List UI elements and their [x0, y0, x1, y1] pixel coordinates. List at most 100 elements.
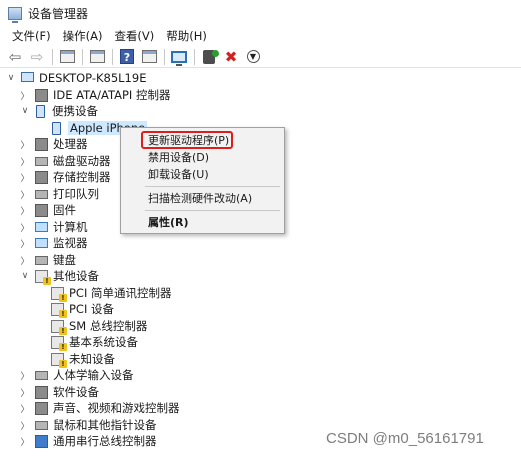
tree-item-mouse[interactable]: 〉 鼠标和其他指针设备: [20, 417, 156, 433]
tree-root[interactable]: ∨ DESKTOP-K85L19E: [6, 70, 147, 86]
device-manager-app-icon: [8, 6, 22, 23]
tree-item-processor[interactable]: 〉 处理器: [20, 136, 87, 152]
menu-view[interactable]: 查看(V): [108, 28, 160, 44]
portable-device-icon: [36, 104, 45, 118]
tree-item-label: 通用串行总线控制器: [53, 434, 157, 448]
unknown-device-warning-icon: [51, 319, 67, 335]
menu-bar: 文件(F) 操作(A) 查看(V) 帮助(H): [0, 26, 521, 46]
chevron-right-icon[interactable]: 〉: [20, 369, 30, 382]
mouse-icon: [35, 420, 48, 430]
scan-hardware-button[interactable]: [170, 48, 188, 66]
tree-item-label: IDE ATA/ATAPI 控制器: [53, 88, 171, 102]
menu-scan-hardware[interactable]: 扫描检测硬件改动(A): [121, 190, 284, 207]
window-icon: [141, 50, 157, 63]
unknown-device-warning-icon: [51, 352, 67, 368]
chevron-right-icon[interactable]: 〉: [20, 204, 30, 217]
ide-controller-icon: [35, 88, 48, 102]
software-device-icon: [35, 385, 48, 399]
context-menu: 更新驱动程序(P) 禁用设备(D) 卸载设备(U) 扫描检测硬件改动(A) 属性…: [120, 127, 285, 234]
chevron-right-icon[interactable]: 〉: [20, 402, 30, 415]
chevron-down-icon[interactable]: ∨: [20, 106, 30, 116]
chevron-right-icon[interactable]: 〉: [20, 419, 30, 432]
tree-item-print[interactable]: 〉 打印队列: [20, 186, 99, 202]
show-hide-console-tree-button[interactable]: [58, 48, 76, 66]
download-circle-icon: ▼: [246, 50, 260, 63]
menu-properties[interactable]: 属性(R): [121, 214, 284, 231]
tree-item-label: 打印队列: [53, 187, 99, 201]
tree-item-base-system[interactable]: 基本系统设备: [46, 334, 138, 351]
usb-icon: [35, 434, 48, 448]
tree-item-label: PCI 设备: [69, 302, 115, 316]
tree-item-label: 计算机: [53, 220, 88, 234]
menu-help[interactable]: 帮助(H): [160, 28, 213, 44]
chevron-right-icon[interactable]: 〉: [20, 155, 30, 168]
tree-item-label: 监视器: [53, 236, 88, 250]
tree-item-software[interactable]: 〉 软件设备: [20, 384, 99, 400]
title-bar: 设备管理器: [0, 0, 521, 26]
tree-item-disk[interactable]: 〉 磁盘驱动器: [20, 153, 110, 169]
tree-item-sm-bus[interactable]: SM 总线控制器: [46, 318, 147, 335]
other-devices-icon: [35, 269, 51, 285]
keyboard-icon: [35, 255, 48, 265]
tree-item-label: 声音、视频和游戏控制器: [53, 401, 180, 415]
menu-action[interactable]: 操作(A): [57, 28, 109, 44]
window-title: 设备管理器: [28, 6, 89, 21]
toolbar-separator: [164, 48, 165, 65]
monitor-icon: [35, 238, 48, 248]
chevron-right-icon[interactable]: 〉: [20, 138, 30, 151]
menu-uninstall-device[interactable]: 卸载设备(U): [121, 166, 284, 183]
tree-item-usb[interactable]: 〉 通用串行总线控制器: [20, 433, 157, 449]
tree-item-computer[interactable]: 〉 计算机: [20, 219, 88, 235]
tree-item-unknown-device[interactable]: 未知设备: [46, 351, 115, 368]
tree-item-hid[interactable]: 〉 人体学输入设备: [20, 367, 133, 383]
tree-item-storage[interactable]: 〉 存储控制器: [20, 169, 111, 185]
chevron-right-icon[interactable]: 〉: [20, 89, 30, 102]
tree-item-label: 存储控制器: [53, 170, 111, 184]
tree-root-label: DESKTOP-K85L19E: [39, 71, 147, 85]
update-driver-button[interactable]: [200, 48, 219, 66]
firmware-icon: [35, 203, 48, 217]
tree-item-keyboard[interactable]: 〉 键盘: [20, 252, 76, 268]
add-driver-icon: [203, 49, 219, 64]
tree-item-label: 软件设备: [53, 385, 99, 399]
chevron-down-icon[interactable]: ∨: [20, 271, 30, 281]
tree-item-label: 键盘: [53, 253, 76, 267]
tree-item-other-devices[interactable]: ∨ 其他设备: [20, 268, 99, 285]
tree-item-label: 便携设备: [52, 104, 98, 118]
chevron-right-icon[interactable]: 〉: [20, 188, 30, 201]
menu-disable-device[interactable]: 禁用设备(D): [121, 149, 284, 166]
tree-item-pci-device[interactable]: PCI 设备: [46, 301, 115, 318]
chevron-down-icon[interactable]: ∨: [6, 73, 16, 83]
chevron-right-icon[interactable]: 〉: [20, 237, 30, 250]
tree-item-firmware[interactable]: 〉 固件: [20, 202, 76, 218]
chevron-right-icon[interactable]: 〉: [20, 386, 30, 399]
back-arrow-icon[interactable]: ⇦: [6, 48, 24, 66]
computer-icon: [35, 222, 48, 232]
properties-button[interactable]: [88, 48, 106, 66]
uninstall-device-icon[interactable]: ✖: [222, 48, 240, 66]
tree-item-portable[interactable]: ∨ 便携设备: [20, 103, 98, 119]
toolbar: ⇦ ⇨ ? ✖ ▼: [0, 46, 521, 68]
chevron-right-icon[interactable]: 〉: [20, 221, 30, 234]
tree-item-sound[interactable]: 〉 声音、视频和游戏控制器: [20, 400, 180, 416]
help-button[interactable]: ?: [118, 48, 136, 66]
tree-item-monitor[interactable]: 〉 监视器: [20, 235, 88, 251]
tree-item-label: 其他设备: [53, 269, 99, 283]
tree-item-label: 固件: [53, 203, 76, 217]
menu-file[interactable]: 文件(F): [6, 28, 57, 44]
forward-arrow-icon[interactable]: ⇨: [28, 48, 46, 66]
enable-device-button[interactable]: ▼: [244, 48, 262, 66]
chevron-right-icon[interactable]: 〉: [20, 435, 30, 448]
menu-update-driver[interactable]: 更新驱动程序(P): [121, 132, 284, 149]
chevron-right-icon[interactable]: 〉: [20, 171, 30, 184]
tree-item-pci-simple-comm[interactable]: PCI 简单通讯控制器: [46, 285, 172, 302]
scan-monitor-icon: [171, 50, 187, 66]
hid-icon: [35, 370, 48, 380]
console-tree-icon: [59, 50, 75, 63]
tree-item-label: PCI 简单通讯控制器: [69, 286, 172, 300]
show-window-button[interactable]: [140, 48, 158, 66]
tree-item-ide[interactable]: 〉 IDE ATA/ATAPI 控制器: [20, 87, 170, 103]
menu-separator: [145, 186, 280, 187]
chevron-right-icon[interactable]: 〉: [20, 254, 30, 267]
unknown-device-warning-icon: [51, 286, 67, 302]
